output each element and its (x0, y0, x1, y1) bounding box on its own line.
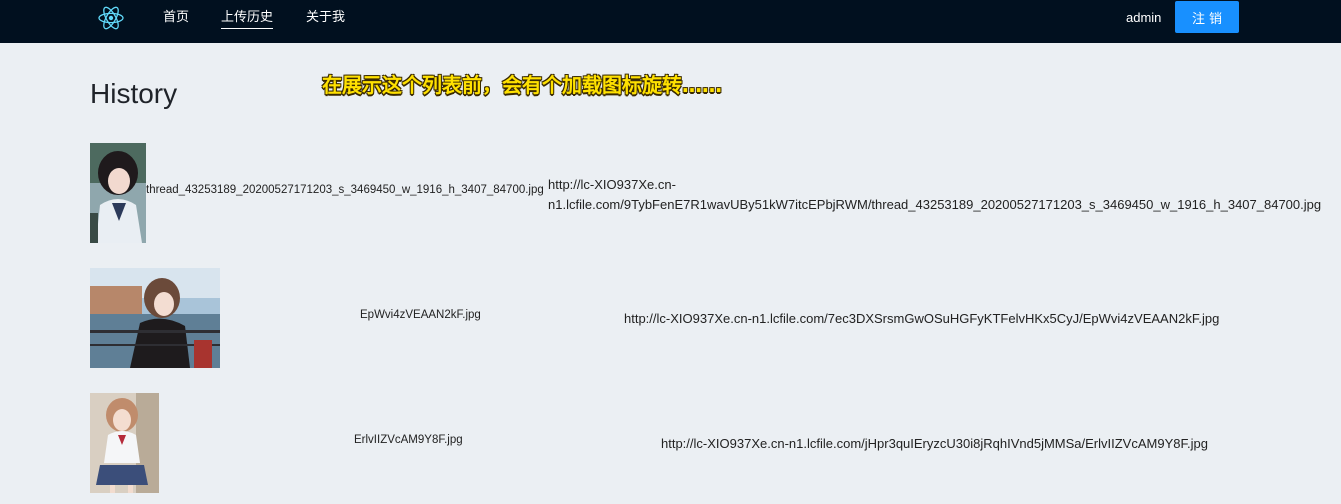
top-navbar: 首页 上传历史 关于我 admin 注销 (0, 0, 1341, 43)
photo-thumbnail (90, 143, 146, 243)
nav-item-home[interactable]: 首页 (163, 9, 189, 27)
overlay-annotation: 在展示这个列表前，会有个加载图标旋转…… (322, 73, 722, 97)
photo-thumbnail (90, 393, 159, 493)
nav-item-upload-history[interactable]: 上传历史 (221, 9, 274, 29)
page-title: History (90, 78, 178, 109)
history-row: EpWvi4zVEAAN2kF.jpg http://lc-XIO937Xe.c… (90, 268, 1340, 368)
history-filename: thread_43253189_20200527171203_s_3469450… (146, 184, 544, 196)
history-row: ErlvIIZVcAM9Y8F.jpg http://lc-XIO937Xe.c… (90, 393, 1340, 493)
logout-button[interactable]: 注销 (1175, 1, 1239, 33)
history-filename: ErlvIIZVcAM9Y8F.jpg (354, 434, 463, 446)
history-filename: EpWvi4zVEAAN2kF.jpg (360, 309, 481, 321)
photo-thumbnail (90, 268, 220, 368)
history-url[interactable]: http://lc-XIO937Xe.cn-n1.lcfile.com/7ec3… (624, 311, 1219, 326)
history-url[interactable]: http://lc-XIO937Xe.cn-n1.lcfile.com/jHpr… (661, 436, 1208, 451)
username-label: admin (1126, 10, 1162, 25)
history-row: thread_43253189_20200527171203_s_3469450… (90, 143, 1340, 243)
nav-item-about[interactable]: 关于我 (306, 9, 345, 27)
history-url[interactable]: http://lc-XIO937Xe.cn-n1.lcfile.com/9Tyb… (548, 175, 1340, 215)
react-logo-icon[interactable] (97, 4, 125, 32)
